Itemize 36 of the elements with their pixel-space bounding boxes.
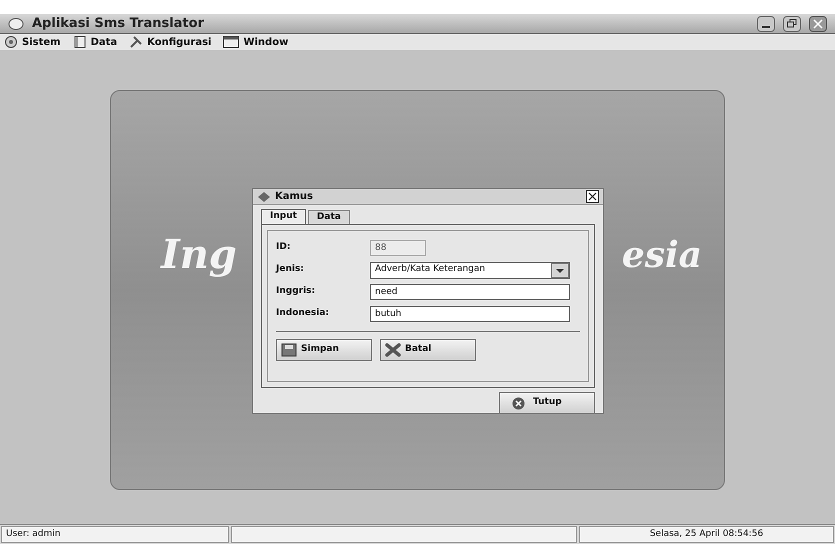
field-label: ID: xyxy=(276,241,292,254)
app-icon xyxy=(8,16,24,30)
close-button[interactable] xyxy=(586,190,599,203)
close-circle-icon xyxy=(512,396,525,410)
id-field[interactable]: 88 xyxy=(370,240,426,256)
close-icon xyxy=(813,18,823,28)
minimize-button[interactable] xyxy=(757,16,775,32)
banner-text: esia xyxy=(622,233,702,278)
action-button[interactable]: Simpan xyxy=(276,339,372,361)
text-field[interactable]: butuh xyxy=(370,306,570,322)
dropdown-value: Adverb/Kata Keterangan xyxy=(374,263,486,276)
field-label: Inggris: xyxy=(276,285,316,298)
menu-item[interactable]: Data xyxy=(72,34,118,50)
close-button[interactable] xyxy=(809,16,827,32)
window-title: Aplikasi Sms Translator xyxy=(32,14,204,33)
text-field[interactable]: need xyxy=(370,284,570,300)
tab[interactable]: Data xyxy=(308,210,350,224)
restore-button[interactable] xyxy=(783,16,801,32)
status-cell: User: admin xyxy=(1,526,229,543)
field-label: Jenis: xyxy=(276,263,305,276)
restore-icon xyxy=(787,19,797,28)
minimize-icon xyxy=(762,26,770,28)
diamond-icon xyxy=(257,190,271,202)
field-label: Indonesia: xyxy=(276,307,330,320)
banner-text: Ing xyxy=(161,230,237,280)
close-icon xyxy=(588,192,597,201)
type-dropdown[interactable]: Adverb/Kata Keterangan xyxy=(370,262,570,278)
menu-item[interactable]: Window xyxy=(223,34,288,50)
menu-item[interactable]: Konfigurasi xyxy=(129,34,212,50)
cross-icon xyxy=(385,343,401,357)
action-button[interactable]: Batal xyxy=(380,339,476,361)
menu-item[interactable]: Sistem xyxy=(4,34,61,50)
tab[interactable]: Input xyxy=(261,209,306,224)
dialog-title: Kamus xyxy=(275,190,313,204)
close-dialog-button[interactable]: Tutup xyxy=(499,392,595,414)
status-cell: Selasa, 25 April 08:54:56 xyxy=(579,526,834,543)
